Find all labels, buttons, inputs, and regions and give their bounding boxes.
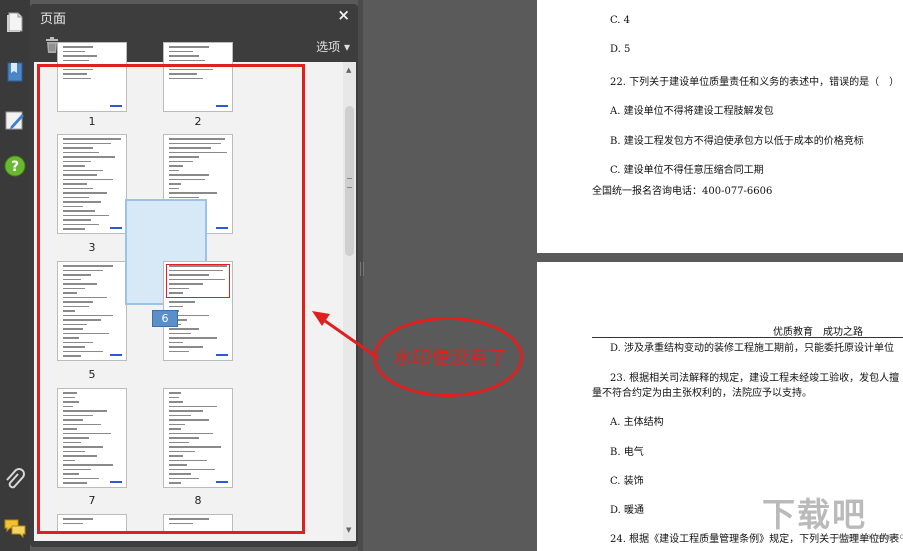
doc-line: A. 主体结构 [610, 417, 664, 428]
doc-line: C. 装饰 [610, 476, 644, 487]
help-icon[interactable]: ? [3, 154, 27, 178]
doc-line: D. 5 [610, 44, 631, 55]
scroll-up-icon[interactable]: ▲ [346, 66, 351, 74]
doc-line: D. 暖通 [610, 505, 645, 516]
doc-line: 22. 下列关于建设单位质量责任和义务的表述中，错误的是（ ） [610, 77, 900, 88]
scroll-down-icon[interactable]: ▼ [346, 526, 351, 534]
doc-line: D. 涉及承重结构变动的装修工程施工期前，只能委托原设计单位 [610, 343, 895, 354]
doc-line: B. 建设工程发包方不得迫使承包方以低于成本的价格竞标 [610, 136, 864, 147]
site-watermark-url: www.xiazaiba.com [838, 532, 903, 541]
document-page: C. 4 D. 5 22. 下列关于建设单位质量责任和义务的表述中，错误的是（ … [537, 0, 903, 253]
scrollbar-thumb[interactable] [345, 106, 354, 256]
signature-pen-icon[interactable] [3, 108, 27, 132]
doc-line: C. 4 [610, 15, 631, 26]
page-icon[interactable] [3, 10, 27, 34]
comments-icon[interactable] [3, 516, 27, 540]
left-toolbar: ? [0, 0, 30, 551]
svg-text:?: ? [11, 159, 19, 175]
header-rule [592, 337, 903, 338]
close-icon[interactable]: × [337, 6, 350, 24]
doc-line: 量不符合约定为由主张权利的，法院应予以支持。 [592, 388, 812, 399]
doc-line: A. 建设单位不得将建设工程肢解发包 [610, 106, 774, 117]
panel-title: 页面 [40, 12, 67, 27]
callout-text: 水印便没有了 [393, 347, 508, 369]
doc-line: 全国统一报名咨询电话：400-077-6606 [592, 186, 773, 197]
doc-line: C. 建设单位不得任意压缩合同工期 [610, 165, 764, 176]
attachment-icon[interactable] [3, 468, 27, 492]
highlight-rectangle [37, 64, 305, 534]
splitter-grip[interactable] [360, 262, 364, 276]
doc-line: B. 电气 [610, 447, 644, 458]
options-menu[interactable]: 选项 ▾ [316, 38, 350, 55]
doc-line: 23. 根据相关司法解释的规定，建设工程未经竣工验收，发包人擅 [610, 373, 900, 384]
bookmark-icon[interactable] [3, 60, 27, 84]
doc-header: 优质教育 成功之路 [773, 327, 863, 338]
site-watermark: 下载吧 [762, 495, 867, 534]
